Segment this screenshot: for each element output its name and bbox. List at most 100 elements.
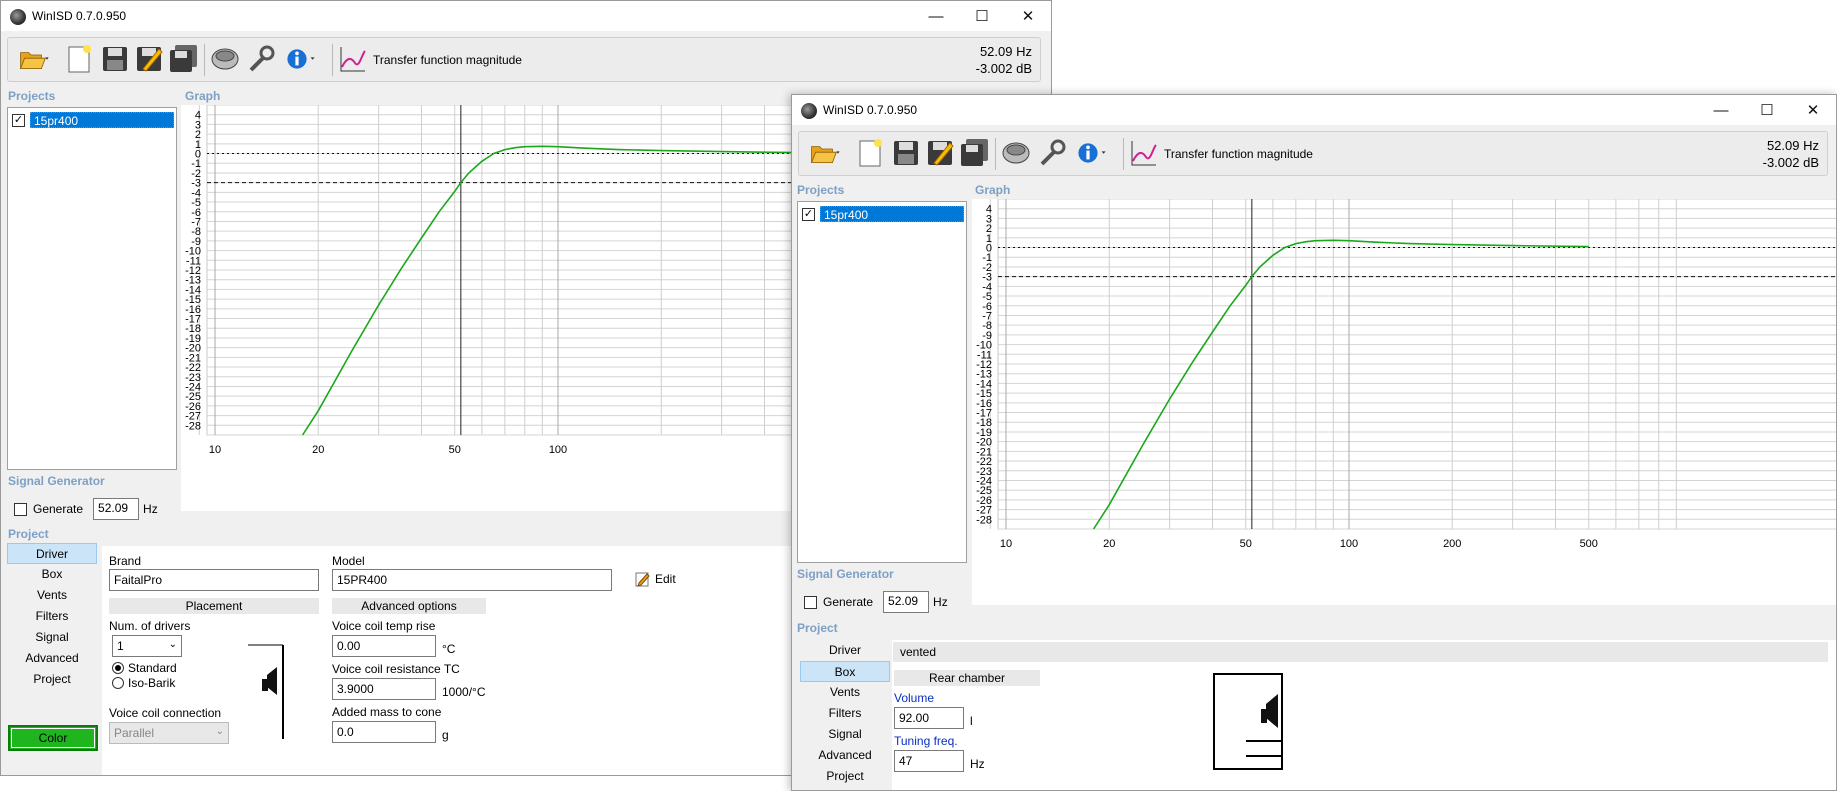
save-as-icon[interactable] [923,135,957,171]
tab-box[interactable]: Box [800,661,890,682]
window-title: WinISD 0.7.0.950 [823,103,918,117]
new-project-icon[interactable] [62,41,96,77]
x-tick-label: 500 [1580,538,1598,550]
vc-temp-field[interactable]: 0.00 [332,635,436,657]
response-graph[interactable]: 4 3 2 1 0 -1 -2 -3 -4 -5 -6 -7 -8 -9 -10 -11 -12 -13 -14 -1… [972,198,1837,605]
settings-wrench-icon[interactable] [244,41,278,77]
tab-driver[interactable]: Driver [7,543,97,564]
generate-checkbox[interactable] [804,595,817,609]
project-item[interactable]: ✓ 15pr400 [802,206,964,222]
radio-isobarik[interactable]: Iso-Barik [112,676,175,690]
open-folder-icon[interactable] [12,41,58,77]
signal-generator: Generate 52.09 Hz [14,498,158,520]
x-tick-label: 100 [549,444,567,456]
project-checkbox[interactable]: ✓ [802,207,815,221]
driver-editor-icon[interactable] [999,135,1033,171]
tab-filters[interactable]: Filters [800,703,890,724]
new-project-icon[interactable] [853,135,887,171]
project-name[interactable]: 15pr400 [30,112,174,128]
x-tick-label: 20 [1103,538,1115,550]
model-label: Model [332,554,365,568]
signal-frequency-input[interactable]: 52.09 [93,498,140,520]
tab-filters[interactable]: Filters [7,606,97,627]
graph-type-label[interactable]: Transfer function magnitude [373,53,522,67]
projects-list[interactable]: ✓ 15pr400 [797,201,967,563]
generate-checkbox[interactable] [14,502,27,516]
radio-isobarik-label: Iso-Barik [128,676,176,690]
tab-project[interactable]: Project [7,669,97,690]
close-button[interactable]: ✕ [1005,1,1051,31]
color-button[interactable]: Color [8,725,98,751]
tab-project[interactable]: Project [800,766,890,787]
save-all-icon[interactable] [166,41,200,77]
minimize-button[interactable]: — [1698,95,1744,125]
graph-select-icon[interactable] [336,41,370,77]
added-mass-label: Added mass to cone [332,705,442,719]
radio-isobarik-dot[interactable] [112,677,124,689]
graph-label: Graph [185,89,221,103]
readout-db: -3.002 dB [975,61,1032,76]
tab-box[interactable]: Box [7,564,97,585]
radio-standard-dot[interactable] [112,662,124,674]
title-bar[interactable]: WinISD 0.7.0.950 — ☐ ✕ [1,1,1051,31]
signal-generator-label: Signal Generator [8,474,105,488]
save-as-icon[interactable] [132,41,166,77]
graph-plot[interactable]: 43210-1-2-3-4-5-6-7-8-9-10-11-12-13-14-1… [972,198,1837,605]
readout-frequency: 52.09 Hz [979,44,1032,59]
vc-connection-label: Voice coil connection [109,706,222,720]
project-item[interactable]: ✓ 15pr400 [12,112,174,128]
tuning-field[interactable]: 47 [894,750,964,772]
toolbar: Transfer function magnitude 52.09 Hz -3.… [7,37,1041,82]
driver-editor-icon[interactable] [208,41,242,77]
brand-field[interactable]: FaitalPro [109,569,319,591]
volume-field[interactable]: 92.00 [894,707,964,729]
title-bar[interactable]: WinISD 0.7.0.950 — ☐ ✕ [792,95,1836,125]
project-checkbox[interactable]: ✓ [12,113,25,127]
model-field[interactable]: 15PR400 [332,569,612,591]
box-panel: vented Rear chamber Volume 92.00 l Tunin… [892,640,1836,790]
save-icon[interactable] [98,41,132,77]
save-icon[interactable] [889,135,923,171]
tab-advanced[interactable]: Advanced [7,648,97,669]
open-folder-icon[interactable] [803,135,849,171]
x-tick-label: 100 [1340,538,1358,550]
chevron-down-icon: ⌄ [215,726,224,737]
readout-frequency: 52.09 Hz [1766,138,1819,153]
projects-list[interactable]: ✓ 15pr400 [7,107,177,470]
x-tick-label: 10 [1000,538,1012,550]
added-mass-field[interactable]: 0.0 [332,721,436,743]
generate-label: Generate [823,595,874,609]
radio-standard[interactable]: Standard [112,661,177,675]
tab-advanced[interactable]: Advanced [800,745,890,766]
edit-button[interactable]: Edit [635,571,676,587]
cursor-readout: 52.09 Hz -3.002 dB [1763,137,1819,171]
maximize-button[interactable]: ☐ [959,1,1005,31]
signal-generator: Generate 52.09 Hz [804,591,948,613]
vc-tc-field[interactable]: 3.9000 [332,678,436,700]
box-type-field[interactable]: vented [893,642,1828,662]
tab-driver[interactable]: Driver [800,640,890,661]
vented-box-diagram [1213,673,1283,770]
num-drivers-select[interactable]: 1 ⌄ [112,635,182,657]
tab-vents[interactable]: Vents [800,682,890,703]
info-icon[interactable] [1069,135,1115,171]
y-tick-label: -28 [185,420,201,432]
tab-vents[interactable]: Vents [7,585,97,606]
close-button[interactable]: ✕ [1790,95,1836,125]
project-name[interactable]: 15pr400 [820,206,964,222]
settings-wrench-icon[interactable] [1035,135,1069,171]
vc-connection-value: Parallel [114,726,155,740]
maximize-button[interactable]: ☐ [1744,95,1790,125]
rear-chamber-header: Rear chamber [894,670,1040,686]
tuning-unit: Hz [970,757,985,771]
graph-select-icon[interactable] [1127,135,1161,171]
graph-type-label[interactable]: Transfer function magnitude [1164,147,1313,161]
brand-label: Brand [109,554,142,568]
tab-signal[interactable]: Signal [7,627,97,648]
signal-frequency-input[interactable]: 52.09 [883,591,930,613]
tab-signal[interactable]: Signal [800,724,890,745]
save-all-icon[interactable] [957,135,991,171]
minimize-button[interactable]: — [913,1,959,31]
info-icon[interactable] [278,41,324,77]
generate-label: Generate [33,502,84,516]
